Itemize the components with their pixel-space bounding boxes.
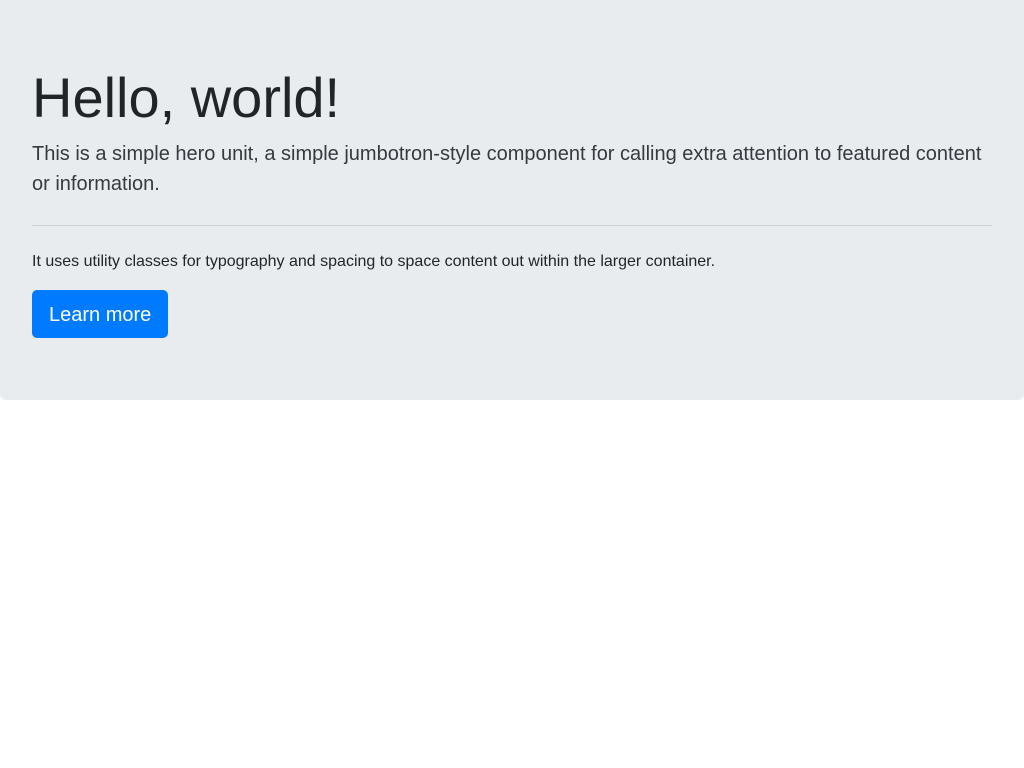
hero-body-text: It uses utility classes for typography a… <box>32 253 716 271</box>
hero-lead-text: This is a simple hero unit, a simple jum… <box>32 143 982 196</box>
hero-title: Hello, world! <box>32 66 341 129</box>
learn-more-button[interactable]: Learn more <box>32 290 169 339</box>
jumbotron-hero: Hello, world! This is a simple hero unit… <box>0 0 1024 400</box>
hero-divider <box>32 225 992 227</box>
